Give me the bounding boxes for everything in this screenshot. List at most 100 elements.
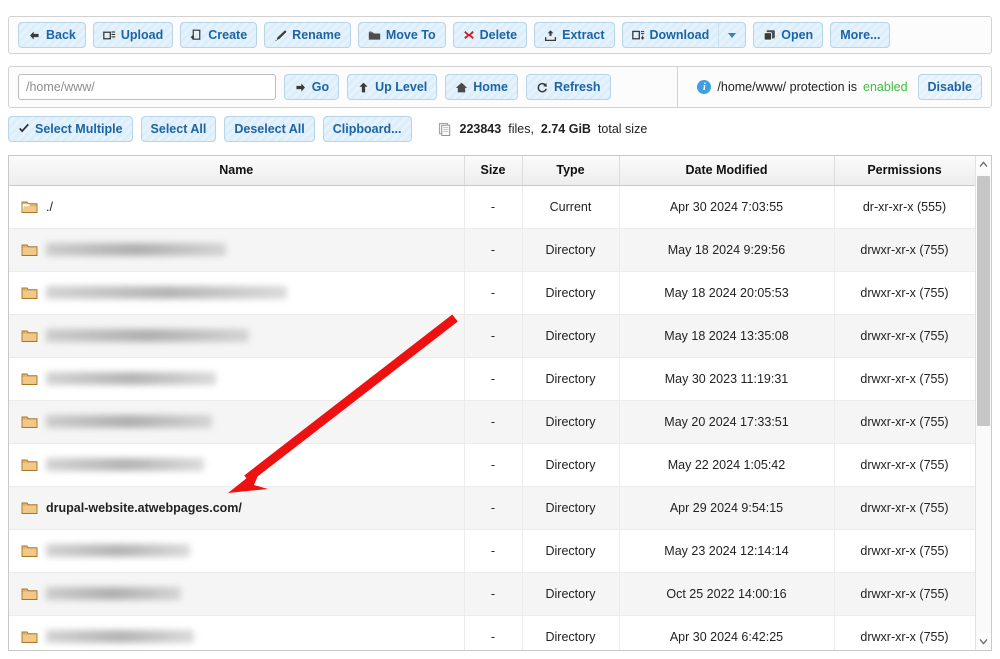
scroll-down-button[interactable] [976, 633, 991, 650]
file-name: drupal-website.atwebpages.com/ [46, 501, 242, 515]
cell-size: - [464, 529, 522, 572]
scrollbar-thumb[interactable] [977, 176, 990, 426]
select-multiple-button[interactable]: Select Multiple [8, 116, 133, 142]
home-button[interactable]: Home [445, 74, 518, 100]
table-row[interactable]: drupal-website.atwebpages.com/-Directory… [9, 486, 991, 529]
extract-button[interactable]: Extract [534, 22, 614, 48]
cell-name[interactable] [9, 228, 464, 271]
column-header-size[interactable]: Size [464, 156, 522, 185]
open-window-icon [763, 29, 776, 42]
scroll-up-button[interactable] [976, 156, 991, 173]
file-actions-toolbar: Back Upload Create [8, 16, 992, 54]
redacted-file-name [46, 243, 226, 256]
file-list-scrollbar[interactable] [975, 156, 991, 650]
table-row[interactable]: ./-CurrentApr 30 2024 7:03:55dr-xr-xr-x … [9, 185, 991, 228]
redacted-file-name [46, 415, 212, 428]
cell-permissions: drwxr-xr-x (755) [834, 615, 975, 651]
table-row[interactable]: -DirectoryMay 18 2024 13:35:08drwxr-xr-x… [9, 314, 991, 357]
cell-type: Directory [522, 357, 619, 400]
download-label: Download [650, 29, 710, 42]
file-list-table: Name Size Type Date Modified Permissions… [9, 156, 992, 651]
create-label: Create [208, 29, 247, 42]
file-name: ./ [46, 200, 53, 214]
scrollbar-track[interactable] [976, 173, 991, 633]
redacted-file-name [46, 458, 204, 471]
create-button[interactable]: Create [180, 22, 257, 48]
download-button[interactable]: Download [622, 22, 719, 48]
table-row[interactable]: -DirectoryMay 18 2024 20:05:53drwxr-xr-x… [9, 271, 991, 314]
cell-size: - [464, 615, 522, 651]
arrow-left-icon [28, 29, 41, 42]
file-list-body: ./-CurrentApr 30 2024 7:03:55dr-xr-xr-x … [9, 185, 991, 651]
cell-date: Oct 25 2022 14:00:16 [619, 572, 834, 615]
deselect-all-label: Deselect All [234, 123, 304, 136]
deselect-all-button[interactable]: Deselect All [224, 116, 314, 142]
total-size-suffix: total size [598, 122, 647, 136]
select-all-button[interactable]: Select All [141, 116, 217, 142]
pencil-icon [274, 29, 287, 42]
home-icon [455, 81, 468, 94]
table-row[interactable]: -DirectoryMay 22 2024 1:05:42drwxr-xr-x … [9, 443, 991, 486]
open-button[interactable]: Open [753, 22, 823, 48]
up-level-button[interactable]: Up Level [347, 74, 437, 100]
cell-name[interactable]: drupal-website.atwebpages.com/ [9, 486, 464, 529]
table-row[interactable]: -DirectoryApr 30 2024 6:42:25drwxr-xr-x … [9, 615, 991, 651]
upload-button[interactable]: Upload [93, 22, 173, 48]
path-input[interactable] [18, 74, 276, 100]
cell-size: - [464, 572, 522, 615]
cell-name[interactable]: ./ [9, 185, 464, 228]
download-split-button: Download [622, 22, 747, 48]
download-dropdown-button[interactable] [718, 22, 746, 48]
column-header-date[interactable]: Date Modified [619, 156, 834, 185]
move-to-button[interactable]: Move To [358, 22, 446, 48]
cell-name[interactable] [9, 400, 464, 443]
column-header-permissions[interactable]: Permissions [834, 156, 975, 185]
table-row[interactable]: -DirectoryMay 30 2023 11:19:31drwxr-xr-x… [9, 357, 991, 400]
cell-permissions: drwxr-xr-x (755) [834, 228, 975, 271]
redacted-file-name [46, 587, 181, 600]
extract-icon [544, 29, 557, 42]
cell-name[interactable] [9, 357, 464, 400]
cell-name[interactable] [9, 572, 464, 615]
redacted-file-name [46, 372, 216, 385]
column-header-name[interactable]: Name [9, 156, 464, 185]
refresh-button[interactable]: Refresh [526, 74, 611, 100]
table-row[interactable]: -DirectoryOct 25 2022 14:00:16drwxr-xr-x… [9, 572, 991, 615]
back-button[interactable]: Back [18, 22, 86, 48]
cell-size: - [464, 486, 522, 529]
more-button[interactable]: More... [830, 22, 890, 48]
up-level-label: Up Level [375, 81, 427, 94]
cell-name[interactable] [9, 271, 464, 314]
column-header-type[interactable]: Type [522, 156, 619, 185]
cell-date: Apr 30 2024 6:42:25 [619, 615, 834, 651]
disable-protection-button[interactable]: Disable [918, 74, 982, 100]
cell-name[interactable] [9, 443, 464, 486]
table-row[interactable]: -DirectoryMay 23 2024 12:14:14drwxr-xr-x… [9, 529, 991, 572]
delete-label: Delete [480, 29, 518, 42]
cell-type: Directory [522, 529, 619, 572]
arrow-up-icon [357, 81, 370, 94]
cell-name[interactable] [9, 615, 464, 651]
file-list-container: Name Size Type Date Modified Permissions… [8, 155, 992, 651]
cell-size: - [464, 443, 522, 486]
delete-x-icon [463, 29, 475, 41]
select-multiple-label: Select Multiple [35, 123, 123, 136]
table-row[interactable]: -DirectoryMay 18 2024 9:29:56drwxr-xr-x … [9, 228, 991, 271]
table-row[interactable]: -DirectoryMay 20 2024 17:33:51drwxr-xr-x… [9, 400, 991, 443]
select-all-label: Select All [151, 123, 207, 136]
go-button[interactable]: Go [284, 74, 339, 100]
redacted-file-name [46, 630, 194, 643]
cell-date: Apr 29 2024 9:54:15 [619, 486, 834, 529]
rename-button[interactable]: Rename [264, 22, 351, 48]
move-to-label: Move To [386, 29, 436, 42]
cell-name[interactable] [9, 529, 464, 572]
cell-name[interactable] [9, 314, 464, 357]
refresh-label: Refresh [554, 81, 601, 94]
file-count: 223843 [460, 122, 502, 136]
delete-button[interactable]: Delete [453, 22, 528, 48]
folder-icon [21, 371, 38, 386]
clipboard-button[interactable]: Clipboard... [323, 116, 412, 142]
check-icon [18, 123, 30, 135]
cell-permissions: drwxr-xr-x (755) [834, 443, 975, 486]
folder-icon [21, 543, 38, 558]
